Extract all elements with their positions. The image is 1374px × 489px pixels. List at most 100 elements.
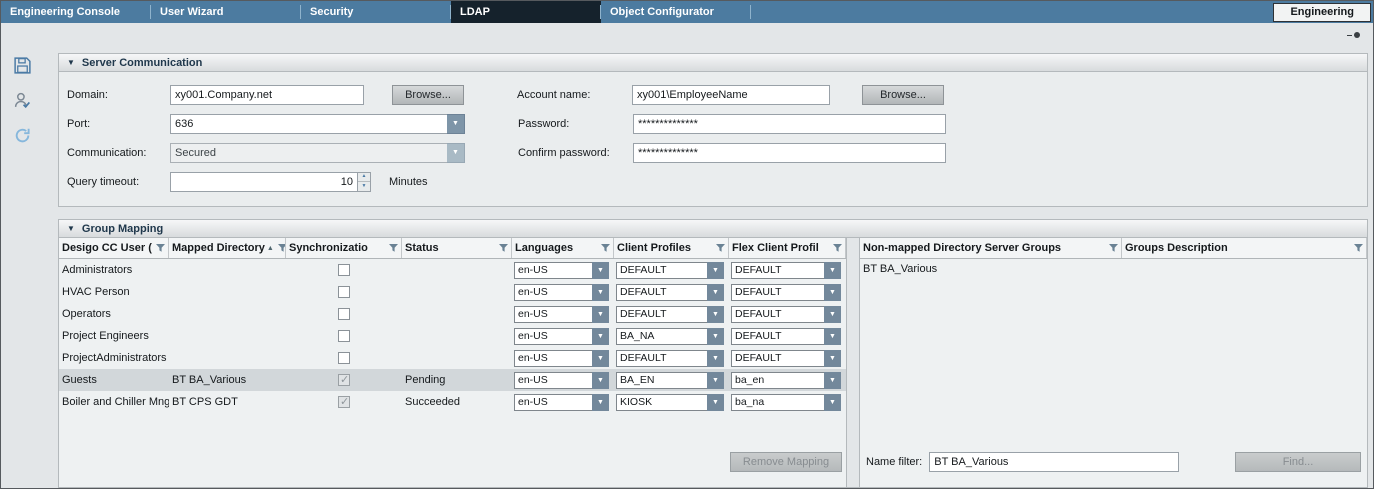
flex-client-profile-dropdown[interactable]: ba_na ▼ [731,394,841,411]
cell-flex-client-profile: ba_na ▼ [729,391,846,413]
column-header-desigo-user[interactable]: Desigo CC User ( [59,238,169,258]
filter-icon[interactable] [278,244,286,253]
table-row[interactable]: Project Engineers en-US ▼ BA_NA ▼ DEFAUL… [59,325,846,347]
table-row[interactable]: HVAC Person en-US ▼ DEFAULT ▼ DEFAULT ▼ [59,281,846,303]
main-area: ▼ Server Communication Domain: Browse...… [1,43,1373,488]
filter-icon[interactable] [389,244,398,253]
flex-client-profile-dropdown[interactable]: DEFAULT ▼ [731,262,841,279]
column-header-client-profiles[interactable]: Client Profiles [614,238,729,258]
synchronization-checkbox[interactable] [338,286,350,298]
server-communication-body: Domain: Browse... Account name: Browse..… [59,72,1367,206]
pin-icon[interactable] [1347,32,1361,38]
flex-client-profile-dropdown[interactable]: DEFAULT ▼ [731,328,841,345]
tab-object-configurator[interactable]: Object Configurator [601,1,751,23]
tab-ldap[interactable]: LDAP [451,1,601,23]
save-icon[interactable] [12,55,32,75]
language-dropdown[interactable]: en-US ▼ [514,262,609,279]
table-row[interactable]: Guests BT BA_Various Pending en-US ▼ BA_… [59,369,846,391]
column-header-synchronization[interactable]: Synchronizatio [286,238,402,258]
column-header-nonmapped-groups[interactable]: Non-mapped Directory Server Groups [860,238,1122,258]
flex-client-profile-dropdown[interactable]: ba_en ▼ [731,372,841,389]
table-row[interactable]: ProjectAdministrators en-US ▼ DEFAULT ▼ … [59,347,846,369]
filter-icon[interactable] [833,244,842,253]
client-profile-dropdown[interactable]: KIOSK ▼ [616,394,724,411]
filter-icon[interactable] [1109,244,1118,253]
query-timeout-stepper[interactable]: ▲ ▼ [358,172,371,192]
flex-client-profile-dropdown[interactable]: DEFAULT ▼ [731,350,841,367]
confirm-password-input[interactable] [633,143,946,163]
language-dropdown[interactable]: en-US ▼ [514,394,609,411]
table-row[interactable]: Boiler and Chiller Mng BT CPS GDT Succee… [59,391,846,413]
name-filter-input[interactable] [929,452,1179,472]
tab-user-wizard[interactable]: User Wizard [151,1,301,23]
domain-input[interactable] [170,85,364,105]
flex-client-profile-value: DEFAULT [731,284,824,301]
client-profile-dropdown[interactable]: BA_NA ▼ [616,328,724,345]
language-dropdown[interactable]: en-US ▼ [514,284,609,301]
client-profile-dropdown[interactable]: DEFAULT ▼ [616,350,724,367]
flex-client-profile-dropdown[interactable]: DEFAULT ▼ [731,284,841,301]
group-mapping-body: Desigo CC User ( Mapped Directory ▲ Sync… [59,238,1367,487]
client-profile-dropdown[interactable]: DEFAULT ▼ [616,284,724,301]
panel-splitter[interactable] [847,238,859,487]
table-row[interactable]: Administrators en-US ▼ DEFAULT ▼ DEFAULT… [59,259,846,281]
column-header-status[interactable]: Status [402,238,512,258]
remove-mapping-button[interactable]: Remove Mapping [730,452,842,472]
chevron-down-icon: ▼ [707,262,724,279]
port-dropdown[interactable]: 636 ▼ [170,114,465,134]
group-mapping-header[interactable]: ▼ Group Mapping [59,220,1367,238]
client-profile-dropdown[interactable]: DEFAULT ▼ [616,262,724,279]
refresh-icon[interactable] [12,125,32,145]
filter-icon[interactable] [601,244,610,253]
column-header-flex-client-profiles[interactable]: Flex Client Profil [729,238,846,258]
query-timeout-input[interactable] [170,172,358,192]
synchronization-checkbox[interactable] [338,308,350,320]
language-dropdown[interactable]: en-US ▼ [514,328,609,345]
chevron-down-icon: ▼ [592,328,609,345]
chevron-down-icon: ▼ [707,306,724,323]
find-button[interactable]: Find... [1235,452,1361,472]
language-dropdown[interactable]: en-US ▼ [514,306,609,323]
filter-icon[interactable] [1354,244,1363,253]
flex-client-profile-dropdown[interactable]: DEFAULT ▼ [731,306,841,323]
query-timeout-label: Query timeout: [67,176,170,188]
column-header-groups-description[interactable]: Groups Description [1122,238,1367,258]
filter-icon[interactable] [156,244,165,253]
communication-dropdown[interactable]: Secured ▼ [170,143,465,163]
stepper-down-icon[interactable]: ▼ [358,182,370,191]
column-header-mapped-directory[interactable]: Mapped Directory ▲ [169,238,286,258]
stepper-up-icon[interactable]: ▲ [358,173,370,183]
account-browse-button[interactable]: Browse... [862,85,944,105]
synchronization-checkbox[interactable] [338,264,350,276]
cell-mapped-directory [169,303,286,325]
tab-security[interactable]: Security [301,1,451,23]
filter-icon[interactable] [499,244,508,253]
cell-group-name: BT BA_Various [860,259,1122,279]
language-dropdown[interactable]: en-US ▼ [514,350,609,367]
account-name-input[interactable] [632,85,830,105]
engineering-mode-button[interactable]: Engineering [1273,3,1371,22]
chevron-down-icon: ▼ [824,350,841,367]
tab-engineering-console[interactable]: Engineering Console [1,1,151,23]
chevron-down-icon: ▼ [707,372,724,389]
filter-icon[interactable] [716,244,725,253]
synchronization-checkbox[interactable] [338,352,350,364]
directory-group-row[interactable]: BT BA_Various [860,259,1367,279]
password-input[interactable] [633,114,946,134]
sort-ascending-icon: ▲ [267,245,274,252]
language-dropdown[interactable]: en-US ▼ [514,372,609,389]
language-value: en-US [514,372,592,389]
synchronization-checkbox[interactable] [338,330,350,342]
client-profile-dropdown[interactable]: BA_EN ▼ [616,372,724,389]
flex-client-profile-value: ba_na [731,394,824,411]
user-check-icon[interactable] [12,90,32,110]
server-communication-header[interactable]: ▼ Server Communication [59,54,1367,72]
table-row[interactable]: Operators en-US ▼ DEFAULT ▼ DEFAULT ▼ [59,303,846,325]
mapping-table-header: Desigo CC User ( Mapped Directory ▲ Sync… [59,238,846,259]
cell-mapped-directory [169,347,286,369]
column-header-languages[interactable]: Languages [512,238,614,258]
client-profile-dropdown[interactable]: DEFAULT ▼ [616,306,724,323]
synchronization-checkbox[interactable] [338,374,350,386]
domain-browse-button[interactable]: Browse... [392,85,464,105]
synchronization-checkbox[interactable] [338,396,350,408]
